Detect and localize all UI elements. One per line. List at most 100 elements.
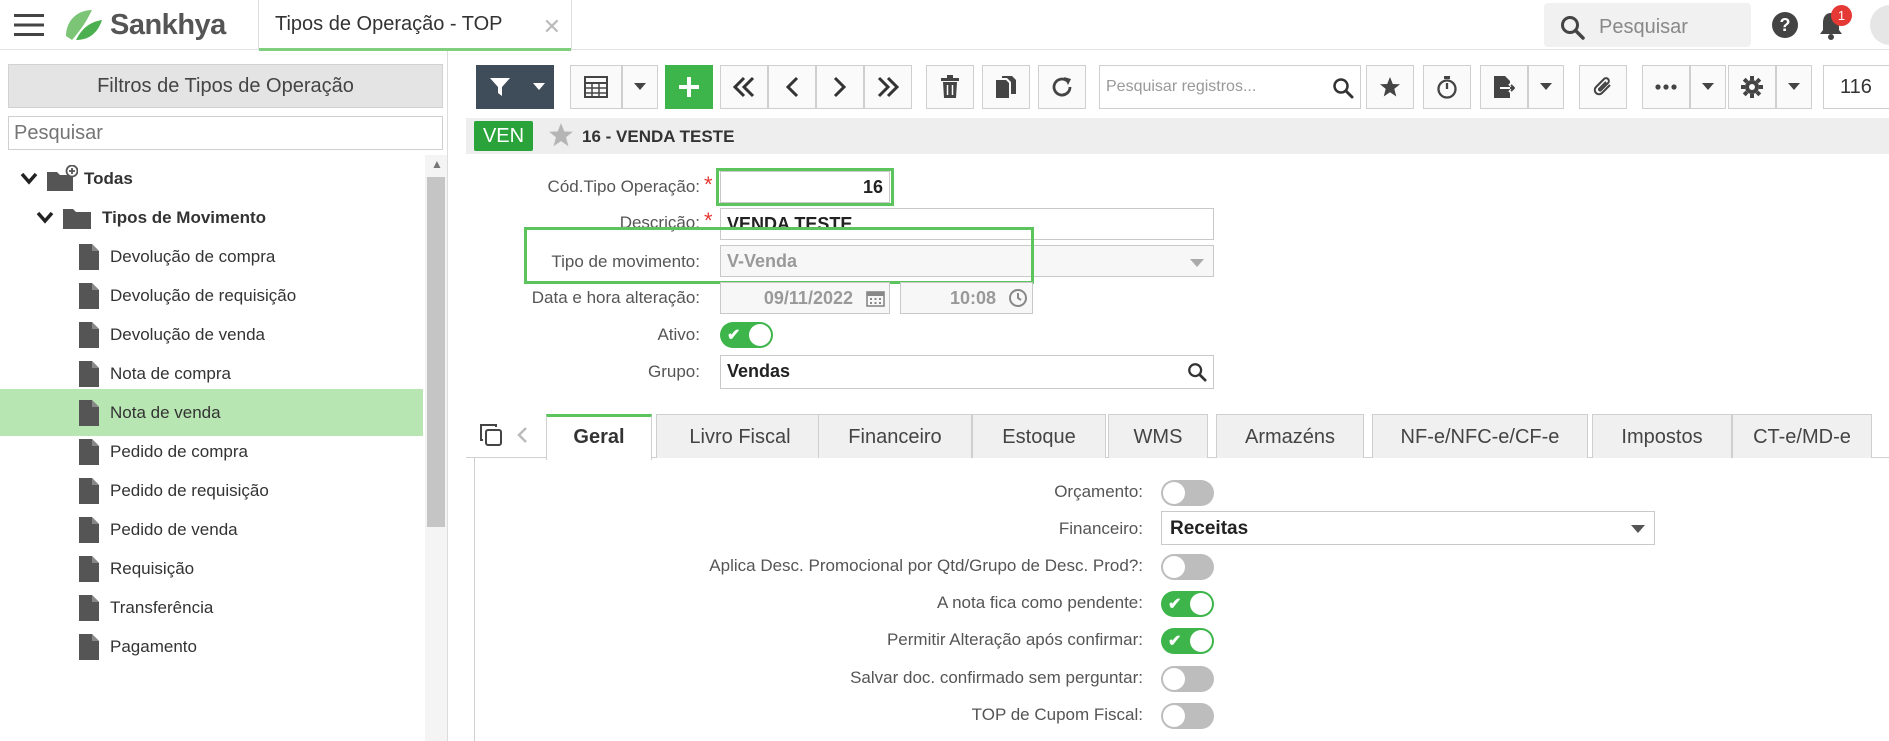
- avatar[interactable]: [1870, 5, 1889, 45]
- document-icon: [79, 243, 99, 270]
- salvar-doc-label: Salvar doc. confirmado sem perguntar:: [850, 668, 1143, 687]
- toggle-knob: [749, 324, 771, 346]
- last-record-button[interactable]: [864, 65, 912, 109]
- grid-view-dropdown[interactable]: [622, 65, 658, 109]
- document-icon: [79, 438, 99, 465]
- grupo-field[interactable]: Vendas: [720, 355, 1214, 389]
- filter-panel-header[interactable]: Filtros de Tipos de Operação: [8, 64, 443, 108]
- tab-cte-mde[interactable]: CT-e/MD-e: [1732, 414, 1872, 458]
- menu-icon[interactable]: [14, 12, 44, 38]
- settings-button[interactable]: [1728, 65, 1776, 109]
- close-tab-icon[interactable]: ✕: [543, 14, 561, 40]
- tab-impostos[interactable]: Impostos: [1592, 414, 1732, 458]
- tree-label: Requisição: [110, 558, 195, 578]
- settings-dropdown[interactable]: [1776, 65, 1812, 109]
- ativo-toggle[interactable]: ✔: [720, 322, 773, 348]
- caret-down-icon: [1702, 83, 1714, 90]
- tree-label: Pagamento: [110, 636, 197, 656]
- export-dropdown[interactable]: [1528, 65, 1564, 109]
- clock-icon[interactable]: [1008, 288, 1028, 308]
- scrollbar-thumb[interactable]: [427, 177, 445, 527]
- filter-search-input[interactable]: [8, 116, 443, 150]
- document-icon: [79, 516, 99, 543]
- search-icon[interactable]: [1187, 362, 1207, 382]
- export-button[interactable]: [1480, 65, 1528, 109]
- tree-label: Devolução de requisição: [110, 285, 297, 305]
- tipo-movimento-caret-icon[interactable]: [1190, 259, 1204, 267]
- nota-pendente-label: A nota fica como pendente:: [936, 593, 1143, 612]
- tab-nfe[interactable]: NF-e/NFC-e/CF-e: [1372, 414, 1588, 458]
- aplica-desc-label: Aplica Desc. Promocional por Qtd/Grupo d…: [709, 556, 1143, 575]
- top-cupom-toggle[interactable]: [1161, 703, 1214, 729]
- nota-pendente-toggle[interactable]: ✔: [1161, 591, 1214, 617]
- record-title: 16 - VENDA TESTE: [582, 127, 735, 146]
- more-options-button[interactable]: [1642, 65, 1690, 109]
- help-icon[interactable]: ?: [1771, 11, 1799, 39]
- toggle-knob: [1163, 482, 1185, 504]
- notification-badge: 1: [1831, 5, 1852, 26]
- refresh-button[interactable]: [1038, 65, 1086, 109]
- tab-content-geral: Orçamento: Financeiro: Receitas Aplica D…: [474, 458, 1889, 741]
- search-icon[interactable]: [1332, 77, 1354, 99]
- filter-panel: Filtros de Tipos de Operação Todas Tipos…: [0, 51, 448, 741]
- required-marker: *: [704, 172, 713, 197]
- grid-view-button[interactable]: [570, 65, 622, 109]
- filter-button[interactable]: [476, 65, 524, 109]
- tab-armazens[interactable]: Armazéns: [1216, 414, 1364, 458]
- chevron-left-icon: [785, 76, 799, 98]
- tab-financeiro[interactable]: Financeiro: [818, 414, 972, 458]
- sankhya-logo[interactable]: Sankhya: [62, 5, 226, 45]
- tree-label: Devolução de venda: [110, 324, 266, 344]
- scroll-up-icon[interactable]: ▲: [431, 157, 443, 171]
- data-alteracao-field[interactable]: 09/11/2022: [720, 282, 890, 314]
- paperclip-icon: [1593, 77, 1611, 96]
- tab-wms[interactable]: WMS: [1108, 414, 1208, 458]
- plus-icon: [679, 77, 699, 97]
- caret-down-icon: [1540, 83, 1552, 90]
- double-chevron-right-icon: [877, 76, 900, 98]
- first-record-button[interactable]: [720, 65, 768, 109]
- folder-icon: [63, 208, 91, 229]
- next-record-button[interactable]: [816, 65, 864, 109]
- attachment-button[interactable]: [1579, 65, 1627, 109]
- orcamento-toggle[interactable]: [1161, 480, 1214, 506]
- highlight-cod-tipo: [716, 168, 894, 206]
- aplica-desc-toggle[interactable]: [1161, 554, 1214, 580]
- chevron-down-icon[interactable]: [36, 211, 54, 225]
- previous-record-button[interactable]: [768, 65, 816, 109]
- duplicate-button[interactable]: [982, 65, 1030, 109]
- tab-livro-fiscal[interactable]: Livro Fiscal: [656, 414, 824, 458]
- star-icon[interactable]: [548, 122, 574, 148]
- permitir-alteracao-toggle[interactable]: ✔: [1161, 628, 1214, 654]
- timer-button[interactable]: [1423, 65, 1471, 109]
- toggle-knob: [1190, 593, 1212, 615]
- delete-button[interactable]: [926, 65, 974, 109]
- tree-scrollbar[interactable]: ▲: [425, 155, 447, 741]
- tab-estoque[interactable]: Estoque: [972, 414, 1106, 458]
- export-file-icon: [1494, 76, 1515, 98]
- more-options-dropdown[interactable]: [1690, 65, 1726, 109]
- tree-item-pagamento[interactable]: Pagamento: [0, 623, 423, 670]
- filter-dropdown-button[interactable]: [524, 65, 554, 109]
- global-search[interactable]: Pesquisar: [1544, 3, 1751, 47]
- copy-tabs-icon[interactable]: [480, 424, 502, 446]
- document-icon: [79, 399, 99, 426]
- tree-label: Todas: [84, 168, 133, 188]
- record-count-box[interactable]: 116: [1823, 65, 1889, 109]
- check-icon: ✔: [727, 327, 741, 344]
- permitir-alteracao-label: Permitir Alteração após confirmar:: [886, 630, 1143, 649]
- financeiro-select[interactable]: Receitas: [1161, 511, 1655, 545]
- favorite-button[interactable]: [1366, 65, 1414, 109]
- check-icon: ✔: [1168, 633, 1182, 650]
- salvar-doc-toggle[interactable]: [1161, 666, 1214, 692]
- calendar-icon[interactable]: [866, 289, 885, 307]
- tree-label: Devolução de compra: [110, 246, 276, 266]
- record-search-input[interactable]: Pesquisar registros...: [1099, 65, 1361, 109]
- financeiro-caret-icon[interactable]: [1631, 525, 1645, 533]
- tab-geral[interactable]: Geral: [546, 414, 652, 460]
- tab-tipos-operacao[interactable]: Tipos de Operação - TOP ✕: [258, 0, 572, 51]
- chevron-down-icon[interactable]: [20, 172, 38, 186]
- add-button[interactable]: [665, 65, 713, 109]
- chevron-left-icon[interactable]: [516, 426, 528, 444]
- tree-label: Transferência: [110, 597, 214, 617]
